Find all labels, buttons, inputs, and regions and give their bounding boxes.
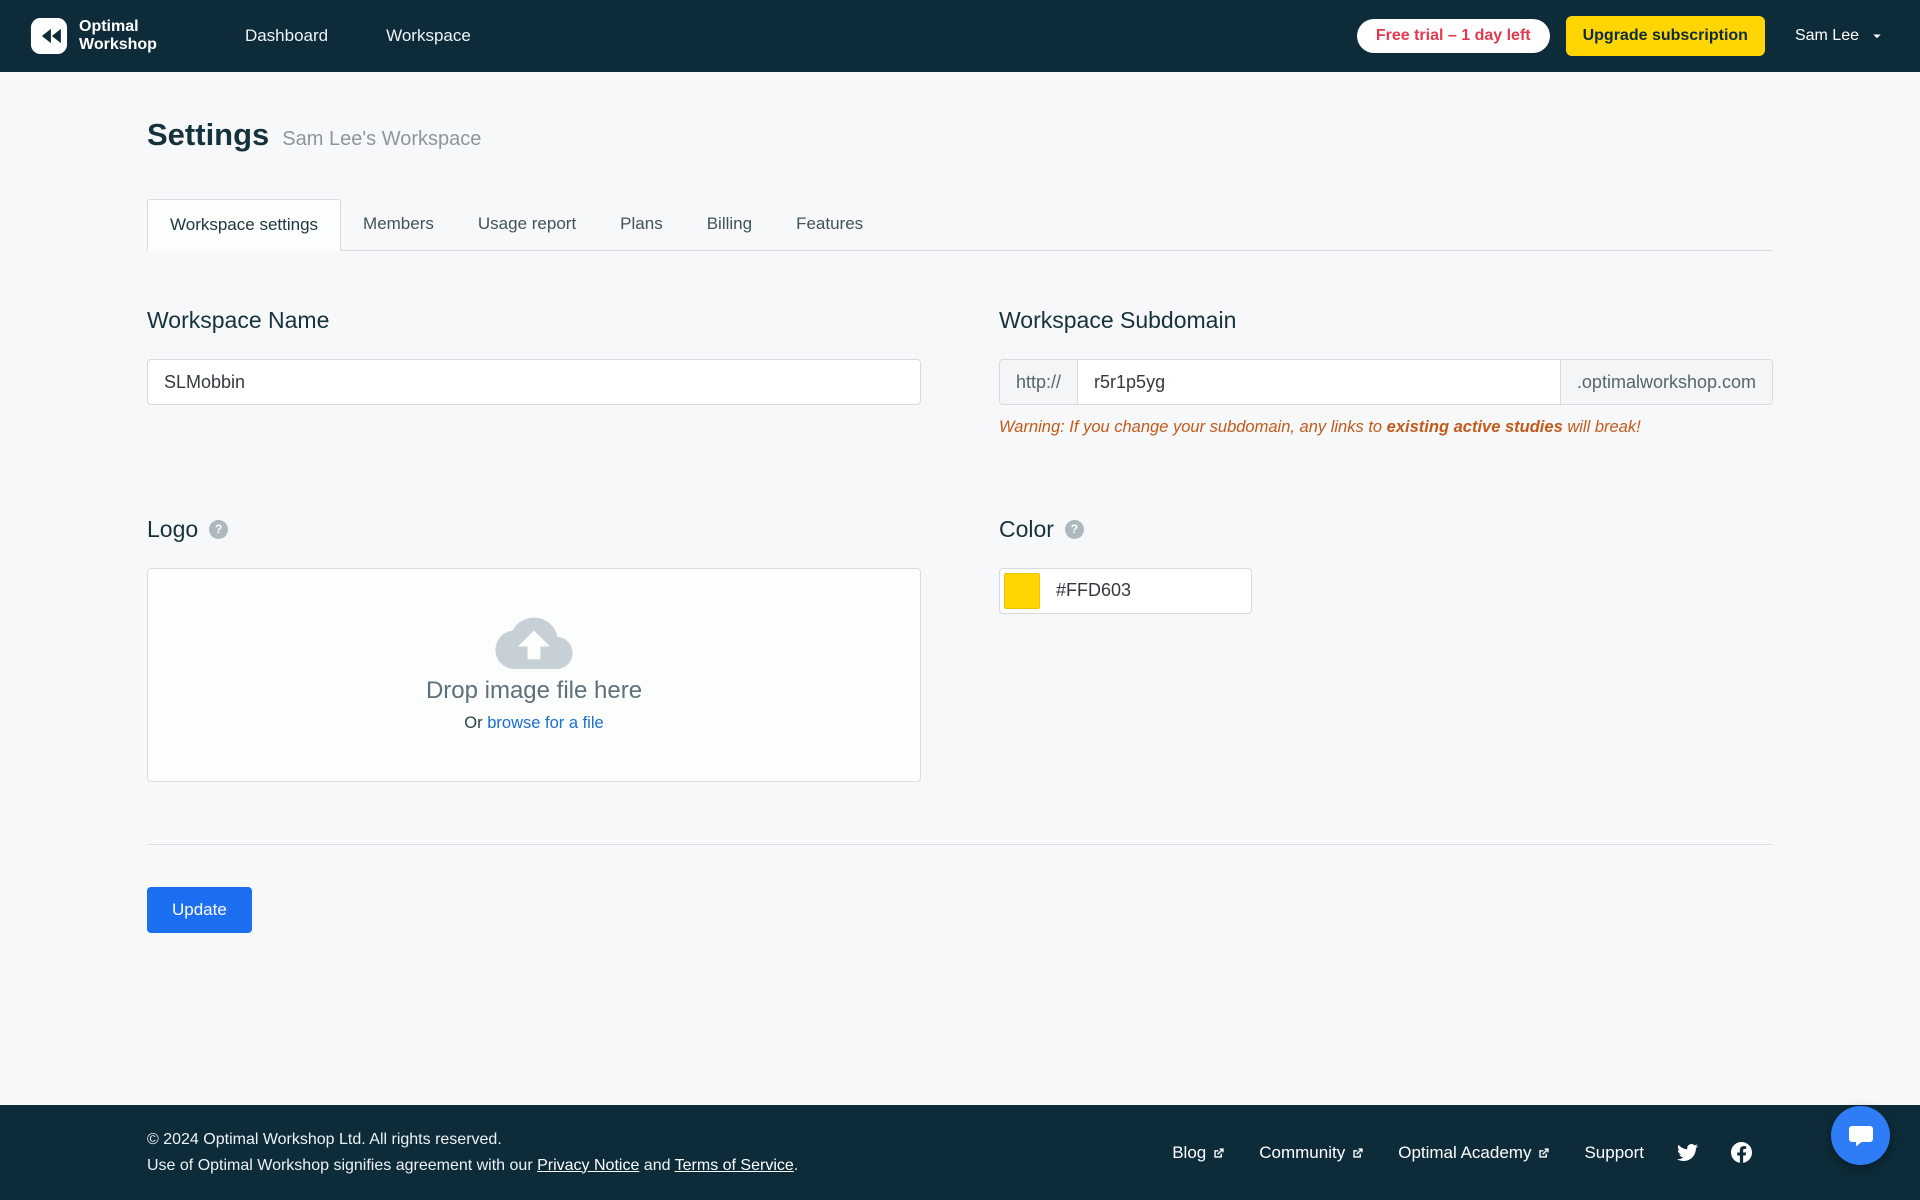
color-input-group (999, 567, 1252, 614)
main-content: Settings Sam Lee's Workspace Workspace s… (0, 72, 1920, 1105)
tab-usage-report[interactable]: Usage report (456, 199, 598, 250)
brand-logo[interactable]: Optimal Workshop (30, 17, 157, 55)
nav-link-workspace[interactable]: Workspace (386, 26, 471, 46)
tab-billing[interactable]: Billing (685, 199, 774, 250)
tab-workspace-settings[interactable]: Workspace settings (147, 199, 342, 251)
user-menu[interactable]: Sam Lee (1795, 27, 1886, 45)
agreement-line: Use of Optimal Workshop signifies agreem… (147, 1156, 799, 1174)
footer-links: Blog Community Optimal Academy Support (1172, 1142, 1752, 1163)
update-button[interactable]: Update (147, 886, 252, 933)
workspace-subdomain-label: Workspace Subdomain (999, 307, 1237, 333)
color-label: Color ? (999, 516, 1773, 543)
top-navbar: Optimal Workshop Dashboard Workspace Fre… (0, 0, 1920, 72)
chat-bubble-icon (1847, 1122, 1875, 1150)
free-trial-badge: Free trial – 1 day left (1356, 19, 1550, 53)
workspace-subtitle: Sam Lee's Workspace (282, 128, 482, 150)
subdomain-input-group: http:// .optimalworkshop.com (999, 359, 1773, 405)
twitter-icon[interactable] (1677, 1142, 1698, 1163)
dropzone-text: Drop image file here (425, 677, 643, 704)
external-link-icon (1351, 1146, 1365, 1160)
workspace-subdomain-section: Workspace Subdomain http:// .optimalwork… (999, 307, 1773, 454)
subdomain-input[interactable] (1078, 360, 1560, 404)
nav-link-dashboard[interactable]: Dashboard (245, 26, 328, 46)
workspace-name-input[interactable] (147, 359, 921, 405)
navbar-right-group: Free trial – 1 day left Upgrade subscrip… (1356, 16, 1886, 56)
workspace-name-label: Workspace Name (147, 307, 330, 333)
footer-link-blog[interactable]: Blog (1172, 1143, 1226, 1163)
page-footer: © 2024 Optimal Workshop Ltd. All rights … (0, 1105, 1920, 1200)
footer-legal: © 2024 Optimal Workshop Ltd. All rights … (147, 1127, 798, 1178)
terms-of-service-link[interactable]: Terms of Service (675, 1157, 794, 1174)
subdomain-warning: Warning: If you change your subdomain, a… (999, 418, 1641, 436)
footer-link-support[interactable]: Support (1584, 1143, 1644, 1163)
brand-name: Optimal Workshop (79, 17, 157, 53)
color-help-icon[interactable]: ? (1064, 519, 1084, 539)
logo-dropzone[interactable]: Drop image file here Or browse for a fil… (147, 567, 921, 782)
logo-help-icon[interactable]: ? (209, 519, 229, 539)
color-hex-input[interactable] (1054, 579, 1247, 602)
color-section: Color ? (999, 516, 1773, 782)
logo-section: Logo ? Drop image file here Or browse fo… (147, 516, 921, 782)
tab-features[interactable]: Features (774, 199, 885, 250)
browse-file-link[interactable]: browse for a file (487, 714, 603, 732)
chat-launcher-button[interactable] (1831, 1106, 1890, 1165)
optimal-workshop-logo-icon (30, 17, 68, 55)
logo-label: Logo ? (147, 516, 921, 543)
facebook-icon[interactable] (1731, 1142, 1752, 1163)
dropzone-subtext: Or browse for a file (464, 714, 604, 732)
page-title: Settings (147, 117, 270, 152)
upgrade-subscription-button[interactable]: Upgrade subscription (1565, 16, 1765, 56)
workspace-name-section: Workspace Name (147, 307, 921, 454)
tab-plans[interactable]: Plans (598, 199, 685, 250)
user-name-label: Sam Lee (1794, 27, 1859, 44)
external-link-icon (1212, 1146, 1226, 1160)
color-swatch[interactable] (1004, 572, 1040, 609)
footer-link-optimal-academy[interactable]: Optimal Academy (1398, 1143, 1551, 1163)
privacy-notice-link[interactable]: Privacy Notice (537, 1157, 639, 1174)
copyright-line: © 2024 Optimal Workshop Ltd. All rights … (147, 1130, 502, 1148)
external-link-icon (1537, 1146, 1551, 1160)
page-header: Settings Sam Lee's Workspace (147, 117, 1773, 153)
form-divider (147, 843, 1773, 845)
tab-members[interactable]: Members (341, 199, 456, 250)
settings-tab-bar: Workspace settings Members Usage report … (147, 199, 1773, 251)
workspace-settings-form: Workspace Name Workspace Subdomain http:… (147, 307, 1773, 782)
primary-nav: Dashboard Workspace (245, 26, 471, 46)
cloud-upload-icon (495, 616, 573, 669)
chevron-down-icon (1868, 27, 1886, 45)
subdomain-protocol-prefix: http:// (1000, 360, 1079, 404)
footer-link-community[interactable]: Community (1259, 1143, 1365, 1163)
subdomain-domain-suffix: .optimalworkshop.com (1559, 360, 1772, 404)
